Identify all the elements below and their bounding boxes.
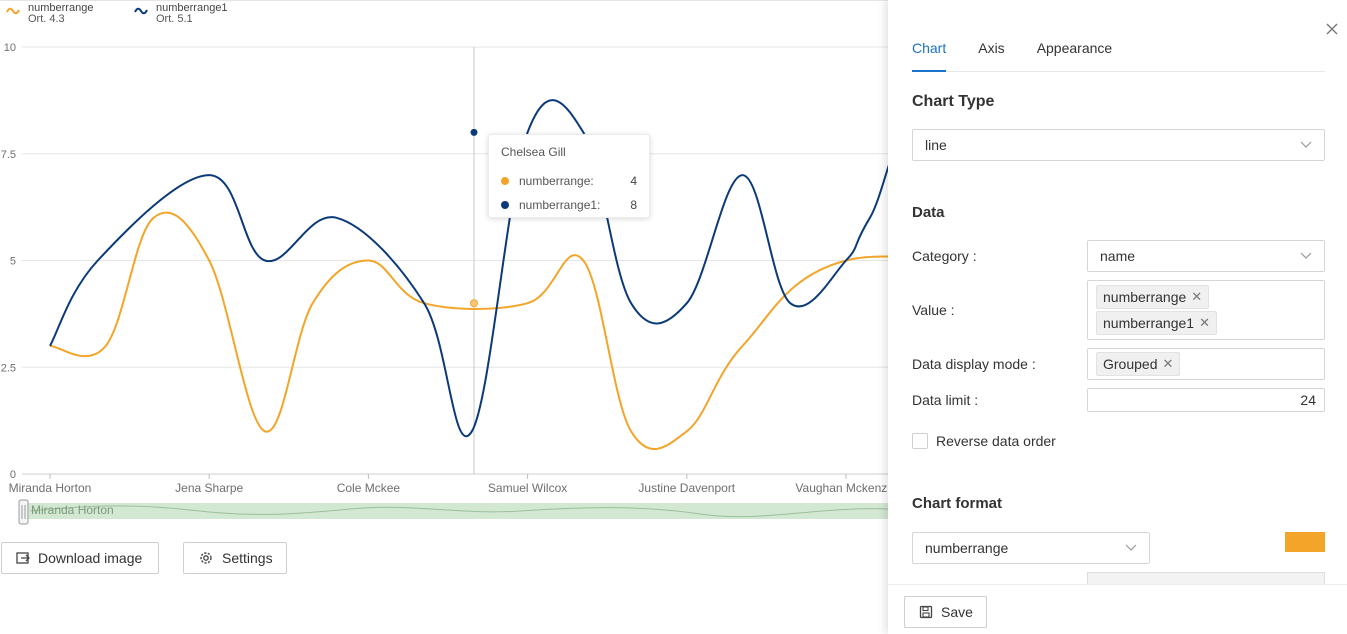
y-tick-label: 2.5 (1, 362, 16, 374)
series-color-swatch[interactable] (1285, 532, 1325, 552)
x-tick-label: Samuel Wilcox (488, 481, 567, 495)
remove-tag-icon[interactable]: ✕ (1199, 315, 1210, 331)
x-tick-label: Vaughan Mckenzie (795, 481, 888, 495)
value-tag-label: numberrange (1103, 289, 1187, 305)
clipped-field-input[interactable] (1087, 572, 1325, 584)
tooltip-series-name: numberrange: (519, 174, 594, 188)
data-limit-label: Data limit : (912, 392, 979, 408)
format-series-value: numberrange (925, 540, 1009, 556)
tooltip-value: 8 (630, 198, 637, 212)
y-tick-label: 0 (10, 469, 16, 481)
reverse-order-checkbox[interactable] (912, 433, 928, 449)
series-dot (501, 177, 509, 185)
display-mode-select[interactable]: Grouped ✕ (1087, 348, 1325, 380)
chart-type-title: Chart Type (912, 93, 995, 110)
chart-tooltip: Chelsea Gill numberrange: 4 numberrange1… (488, 134, 650, 218)
clipped-field-label (912, 572, 992, 584)
hover-point-numberrange1 (470, 128, 478, 136)
x-tick-label: Justine Davenport (638, 481, 735, 495)
settings-label: Settings (222, 550, 273, 566)
category-select[interactable]: name (1087, 240, 1325, 272)
y-tick-label: 10 (4, 42, 16, 54)
line-chart: 0 2.5 5 7.5 10 Miranda Horton Jena Sharpe Cole… (1, 42, 888, 525)
remove-tag-icon[interactable]: ✕ (1162, 356, 1173, 372)
chart-page: numberrange Ort. 4.3 numberrange1 Ort. 5… (0, 0, 1347, 634)
series-line-numberrange1 (49, 99, 888, 438)
export-icon (16, 552, 30, 564)
reverse-order-label: Reverse data order (936, 433, 1056, 449)
category-value: name (1100, 248, 1136, 264)
category-label: Category : (912, 248, 977, 264)
series-dot (501, 201, 509, 209)
save-icon (919, 605, 933, 619)
x-tick-label: Jena Sharpe (175, 481, 243, 495)
tab-appearance[interactable]: Appearance (1037, 40, 1113, 72)
display-mode-tag: Grouped ✕ (1096, 352, 1181, 376)
display-mode-label: Data display mode : (912, 356, 1036, 372)
tooltip-value: 4 (630, 174, 637, 188)
settings-button[interactable]: Settings (183, 542, 287, 574)
y-tick-label: 5 (10, 256, 16, 268)
chevron-down-icon (1300, 141, 1312, 148)
value-tag: numberrange1 ✕ (1096, 311, 1217, 335)
data-section-title: Data (912, 204, 945, 221)
chart-format-title: Chart format (912, 495, 1003, 512)
zoom-handle[interactable] (18, 499, 29, 525)
format-series-select[interactable]: numberrange (912, 532, 1150, 564)
tooltip-title: Chelsea Gill (501, 145, 566, 159)
value-label: Value : (912, 302, 955, 318)
chart-type-value: line (925, 137, 947, 153)
save-label: Save (941, 604, 973, 620)
save-button[interactable]: Save (904, 596, 987, 628)
series-line-numberrange (49, 211, 888, 451)
panel-footer: Save (888, 584, 1347, 634)
tab-chart[interactable]: Chart (912, 40, 947, 72)
chevron-down-icon (1125, 544, 1137, 551)
chevron-down-icon (1300, 252, 1312, 259)
display-mode-tag-label: Grouped (1103, 356, 1158, 372)
value-tag: numberrange ✕ (1096, 285, 1210, 309)
chart-settings-panel: Chart Axis Appearance Chart Type line Da… (888, 0, 1347, 634)
x-tick-label: Cole Mckee (337, 481, 401, 495)
value-tag-label: numberrange1 (1103, 315, 1195, 331)
y-tick-label: 7.5 (1, 149, 16, 161)
x-tick-label: Miranda Horton (9, 481, 92, 495)
close-icon[interactable] (1325, 22, 1339, 36)
settings-tabs: Chart Axis Appearance (912, 40, 1325, 72)
tab-axis[interactable]: Axis (978, 40, 1004, 72)
remove-tag-icon[interactable]: ✕ (1191, 289, 1202, 305)
tooltip-row: numberrange1: 8 (501, 193, 637, 217)
zoom-slider[interactable]: Miranda Horton (18, 499, 888, 525)
tooltip-row: numberrange: 4 (501, 169, 637, 193)
download-image-button[interactable]: Download image (1, 542, 159, 574)
zoom-start-label: Miranda Horton (31, 503, 114, 517)
value-multiselect[interactable]: numberrange ✕ numberrange1 ✕ (1087, 280, 1325, 340)
download-image-label: Download image (38, 550, 143, 566)
hover-point-numberrange (470, 299, 478, 308)
chart-type-select[interactable]: line (912, 129, 1325, 161)
data-limit-input[interactable]: 24 (1087, 388, 1325, 412)
gear-icon (200, 552, 212, 564)
tooltip-series-name: numberrange1: (519, 198, 601, 212)
